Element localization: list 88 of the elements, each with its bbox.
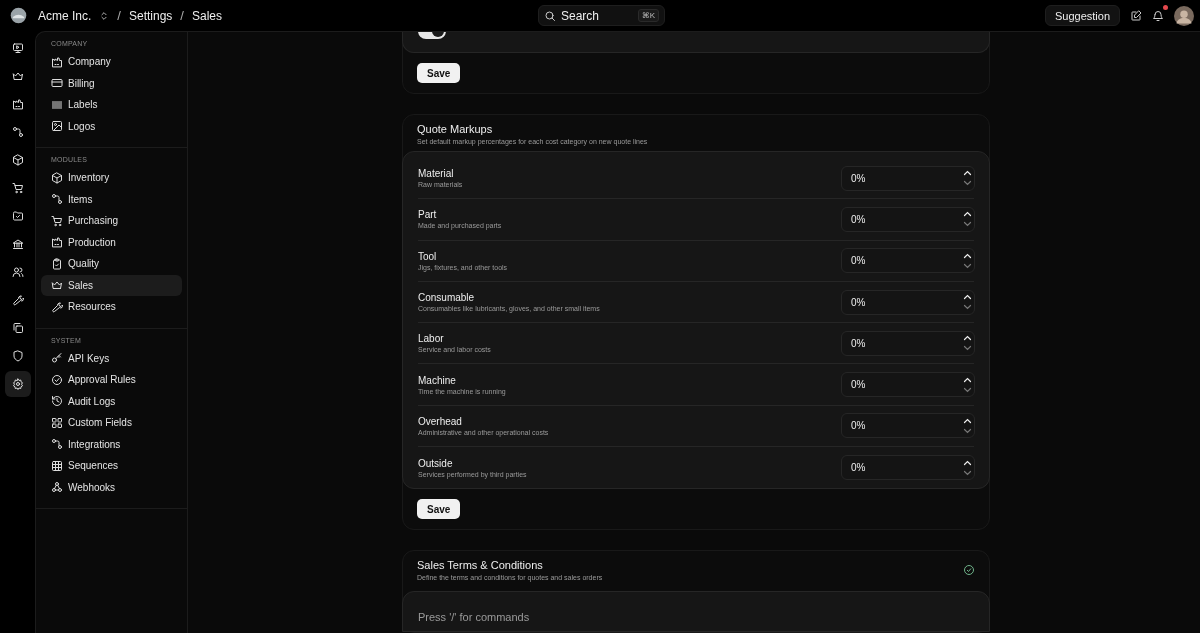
terms-editor[interactable]: Press '/' for commands (402, 591, 990, 633)
decrement-icon[interactable] (963, 427, 972, 434)
increment-icon[interactable] (963, 211, 972, 218)
category-name: Labor (418, 333, 445, 345)
nav-item[interactable]: Custom Fields (41, 412, 182, 434)
percentage-input[interactable]: 0% (841, 455, 975, 481)
breadcrumb-link[interactable]: Settings (129, 8, 173, 23)
percentage-input[interactable]: 0% (841, 248, 975, 274)
increment-icon[interactable] (963, 376, 972, 383)
link-icon (51, 193, 63, 206)
chevron-up-down-icon (99, 10, 110, 21)
nav-item[interactable]: API Keys (41, 347, 182, 369)
nav-item[interactable]: Company (41, 51, 182, 73)
increment-icon[interactable] (963, 335, 972, 342)
category-name: Outside (418, 457, 454, 469)
grid-icon (51, 416, 63, 429)
nav-item[interactable]: Audit Logs (41, 390, 182, 412)
nav-item[interactable]: Quality (41, 253, 182, 275)
clipboard-icon (51, 257, 63, 270)
cube-icon (51, 171, 63, 184)
category-name: Material (418, 168, 455, 180)
decrement-icon[interactable] (963, 180, 972, 187)
breadcrumb-separator: / (180, 8, 184, 23)
key-icon (51, 352, 63, 365)
breadcrumb-link[interactable]: Sales (191, 8, 222, 23)
table-icon (51, 459, 63, 472)
increment-icon[interactable] (963, 459, 972, 466)
section-title: Quote Markups (417, 123, 494, 135)
nav-item[interactable]: Inventory (41, 167, 182, 189)
save-button[interactable]: Save (417, 63, 461, 83)
decrement-icon[interactable] (963, 262, 972, 269)
link-icon (51, 438, 63, 451)
save-button[interactable]: Save (417, 499, 461, 520)
nav-item[interactable]: Webhooks (41, 476, 182, 498)
category-name: Tool (418, 250, 438, 262)
card-icon (51, 77, 63, 90)
nav-item[interactable]: Items (41, 188, 182, 210)
gear-icon[interactable] (4, 371, 31, 397)
image-icon (51, 120, 63, 133)
percentage-input[interactable]: 0% (841, 165, 975, 191)
nav-item[interactable]: Production (41, 231, 182, 253)
organization-switcher[interactable]: Acme Inc. (38, 8, 110, 23)
nav-item[interactable]: Resources (41, 296, 182, 318)
decrement-icon[interactable] (963, 345, 972, 352)
history-icon (51, 395, 63, 408)
increment-icon[interactable] (963, 170, 972, 177)
section-title: Sales Terms & Conditions (417, 559, 544, 572)
decrement-icon[interactable] (963, 386, 972, 393)
increment-icon[interactable] (963, 294, 972, 301)
nav-item[interactable]: Sales (41, 274, 182, 296)
decrement-icon[interactable] (963, 469, 972, 476)
shortcut-key: ⌘K (637, 9, 659, 22)
nav-item[interactable]: Purchasing (41, 210, 182, 232)
nav-item[interactable]: Approval Rules (41, 369, 182, 391)
factory-icon (51, 236, 63, 249)
percentage-input[interactable]: 0% (841, 413, 975, 439)
nav-item[interactable]: Logos (41, 115, 182, 137)
increment-icon[interactable] (963, 417, 972, 424)
nav-item[interactable]: Sequences (41, 455, 182, 477)
user-avatar[interactable] (1174, 5, 1194, 26)
nav-item[interactable]: Billing (41, 72, 182, 94)
decrement-icon[interactable] (963, 221, 972, 228)
company-logo-icon[interactable] (10, 7, 27, 24)
search-icon (544, 9, 556, 22)
category-name: Part (418, 209, 438, 221)
search-button[interactable]: Search ⌘K (538, 5, 665, 26)
category-name: Machine (418, 374, 457, 386)
suggestion-button[interactable]: Suggestion (1044, 5, 1120, 26)
nodes-icon (51, 481, 63, 494)
notification-bell-icon[interactable] (1152, 9, 1164, 22)
edit-icon[interactable] (1130, 9, 1142, 22)
cart-icon (51, 214, 63, 227)
factory-icon (51, 55, 63, 68)
percentage-input[interactable]: 0% (841, 372, 975, 398)
breadcrumb-separator: / (117, 8, 121, 23)
percentage-input[interactable]: 0% (841, 206, 975, 232)
nav-item[interactable]: Integrations (41, 433, 182, 455)
nav-item[interactable]: Labels (41, 94, 182, 116)
wrench-icon (51, 300, 63, 313)
decrement-icon[interactable] (963, 304, 972, 311)
crown-icon (51, 279, 63, 292)
increment-icon[interactable] (963, 252, 972, 259)
category-name: Consumable (418, 292, 476, 304)
percentage-input[interactable]: 0% (841, 289, 975, 315)
check-circle-icon (51, 373, 63, 386)
category-name: Overhead (418, 415, 463, 427)
percentage-input[interactable]: 0% (841, 330, 975, 356)
search-label: Search (561, 8, 601, 23)
